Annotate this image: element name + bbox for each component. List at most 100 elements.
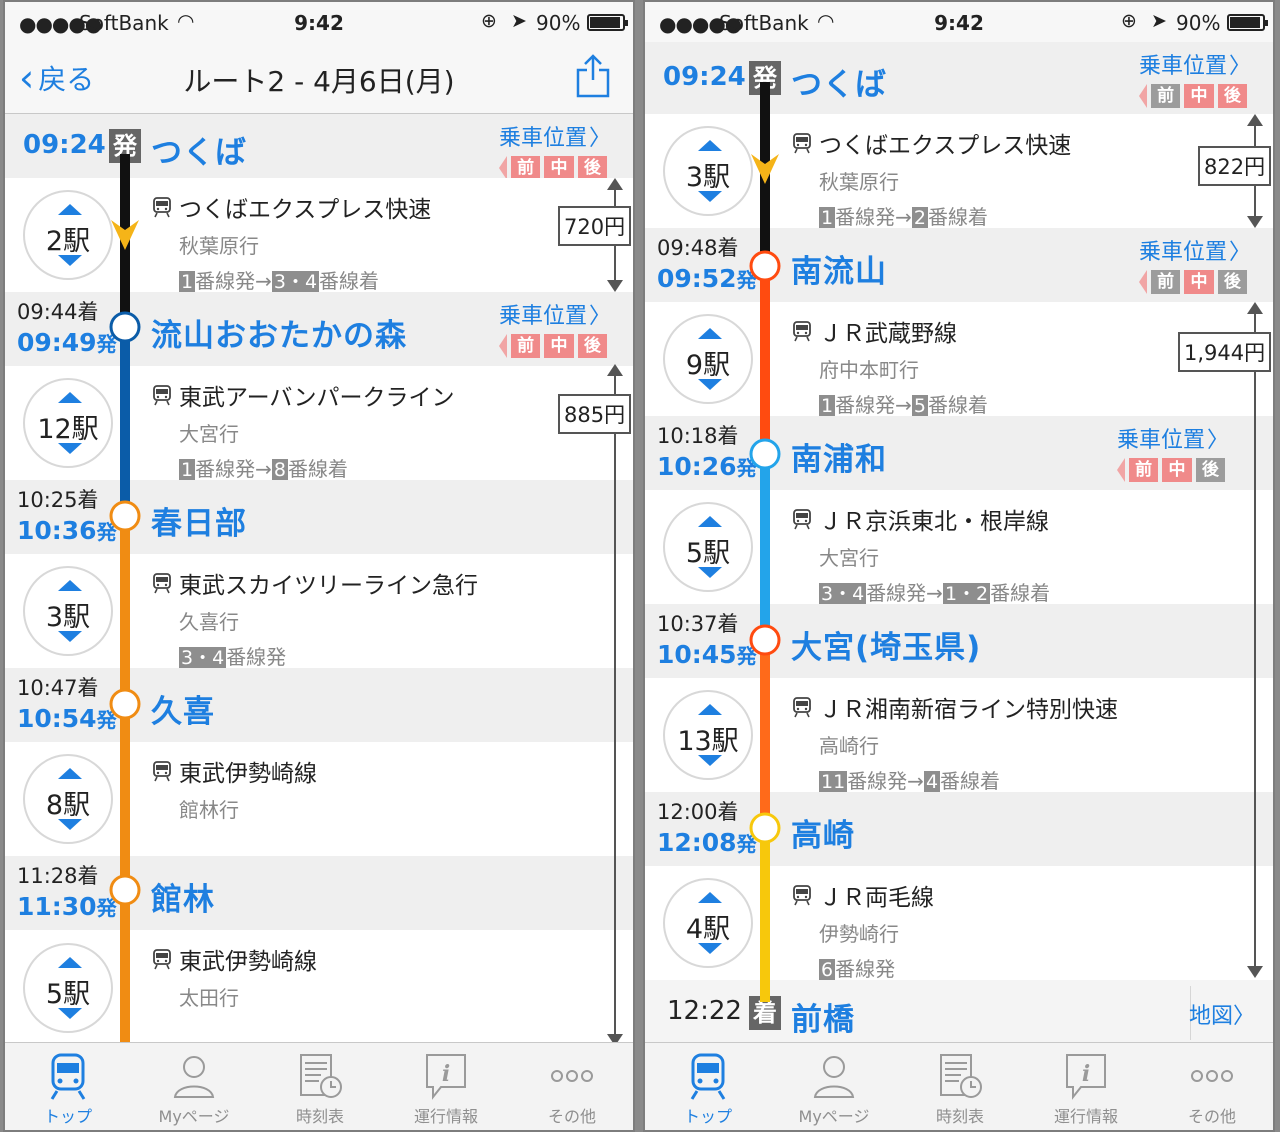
stop-count-button[interactable]: 5駅	[663, 502, 753, 592]
tab-timetable[interactable]: 時刻表	[897, 1043, 1023, 1130]
train-name-text: 東武スカイツリーライン急行	[179, 573, 478, 599]
arrival-time: 11:28着	[17, 860, 99, 890]
car-position-button[interactable]: 乗車位置〉前中後	[499, 120, 611, 180]
origin-station-name[interactable]: つくば	[151, 127, 247, 172]
train-destination: 府中本町行	[819, 358, 919, 382]
platform-from-label: 番線発→	[866, 581, 943, 605]
station-name[interactable]: 流山おおたかの森	[151, 310, 407, 355]
battery-icon	[1227, 14, 1268, 31]
arrival-time-value: 11:28	[17, 864, 78, 888]
car-position-label: 乗車位置〉	[1139, 48, 1251, 80]
screen-left: ●●●●● SoftBank ◠ 9:42 ⊕ ➤ 90% ‹ 戻る ルート2 -…	[3, 0, 635, 1132]
departure-suffix: 発	[96, 896, 117, 920]
stop-count: 4駅	[685, 914, 731, 945]
tab-person[interactable]: Myページ	[131, 1043, 257, 1130]
platform-from: 1	[819, 395, 836, 417]
station-name[interactable]: 大宮(埼玉県)	[791, 622, 981, 667]
car-middle: 中	[544, 334, 574, 358]
stop-count-button[interactable]: 3駅	[23, 566, 113, 656]
train-info: ＪＲ京浜東北・根岸線 大宮行 3・4 番線発→ 1・2 番線着	[791, 502, 1050, 606]
stop-count-button[interactable]: 13駅	[663, 690, 753, 780]
car-position-indicator: 前中後	[499, 334, 611, 358]
departure-time-value: 10:45	[657, 640, 737, 669]
tab-info[interactable]: i 運行情報	[383, 1043, 509, 1130]
nav-bar: ‹ 戻る ルート2 - 4月6日(月)	[5, 42, 633, 114]
origin-station-name[interactable]: つくば	[791, 59, 887, 104]
station-row: 11:28着 11:30発 館林	[5, 856, 633, 930]
expand-up-icon	[58, 392, 82, 403]
expand-down-icon	[698, 755, 722, 766]
platform-to: 8	[271, 459, 288, 481]
arrival-time-value: 10:37	[657, 612, 718, 636]
departure-suffix: 発	[96, 708, 117, 732]
station-name[interactable]: 南流山	[791, 246, 887, 291]
train-name-text: つくばエクスプレス快速	[819, 133, 1072, 159]
platform-info: 3・4 番線発→ 1・2 番線着	[819, 577, 1050, 606]
stop-count: 12駅	[37, 414, 99, 445]
tab-label: Myページ	[158, 1107, 230, 1126]
tab-more[interactable]: その他	[1149, 1043, 1273, 1130]
share-icon[interactable]	[576, 54, 610, 98]
train-name-text: 東武アーバンパークライン	[179, 385, 455, 411]
car-position-text: 乗車位置	[1117, 428, 1206, 453]
train-name: 東武伊勢崎線	[151, 754, 317, 788]
platform-from: 6	[819, 959, 836, 981]
station-name[interactable]: 久喜	[151, 686, 215, 731]
train-icon	[791, 132, 813, 154]
chevron-right-icon: 〉	[1232, 1004, 1255, 1029]
car-position-button[interactable]: 乗車位置〉前中後	[1117, 422, 1229, 482]
train-icon	[151, 384, 173, 406]
train-destination: 秋葉原行	[819, 170, 899, 194]
tab-more[interactable]: その他	[509, 1043, 633, 1130]
train-name-text: つくばエクスプレス快速	[179, 197, 432, 223]
station-name[interactable]: 春日部	[151, 498, 247, 543]
tab-train[interactable]: トップ	[5, 1043, 131, 1130]
train-name: つくばエクスプレス快速	[151, 190, 431, 224]
expand-up-icon	[698, 140, 722, 151]
route-detail: 09:24 発つくば 乗車位置〉前中後 3駅 つくばエクスプレス快速 秋葉原行 1 番線発→ 2…	[645, 42, 1273, 1046]
departure-suffix: 発	[96, 520, 117, 544]
car-rear: 後	[1217, 84, 1247, 108]
stop-count-button[interactable]: 8駅	[23, 754, 113, 844]
station-name[interactable]: 高崎	[791, 810, 855, 855]
stop-count-button[interactable]: 3駅	[663, 126, 753, 216]
platform-to: 5	[911, 395, 928, 417]
train-destination: 大宮行	[179, 422, 239, 446]
location-icon: ➤	[511, 10, 527, 32]
stop-count-button[interactable]: 12駅	[23, 378, 113, 468]
tab-label: 時刻表	[935, 1107, 984, 1126]
tab-train[interactable]: トップ	[645, 1043, 771, 1130]
car-position-button[interactable]: 乗車位置〉前中後	[1139, 234, 1251, 294]
stop-count-button[interactable]: 5駅	[23, 943, 113, 1033]
platform-info: 1 番線発→ 8 番線着	[179, 453, 455, 482]
arrival-time: 12:00着	[657, 796, 739, 826]
route-detail: 09:24 発つくば 乗車位置〉前中後 2駅 つくばエクスプレス快速 秋葉原行 1 番線発→ 3…	[5, 114, 633, 1046]
tab-label: 運行情報	[1053, 1107, 1118, 1126]
station-name[interactable]: 南浦和	[791, 434, 887, 479]
arrival-time-value: 10:47	[17, 676, 78, 700]
stop-count-button[interactable]: 2駅	[23, 190, 113, 280]
departure-time: 09:52発	[657, 264, 757, 293]
car-position-button[interactable]: 乗車位置〉前中後	[499, 298, 611, 358]
tab-label: その他	[547, 1107, 596, 1126]
stop-count-button[interactable]: 9駅	[663, 314, 753, 404]
stop-count: 3駅	[45, 602, 91, 633]
car-position-button[interactable]: 乗車位置〉前中後	[1139, 48, 1251, 108]
train-icon	[151, 948, 173, 970]
more-icon	[1187, 1051, 1237, 1101]
tab-info[interactable]: i 運行情報	[1023, 1043, 1149, 1130]
station-name[interactable]: 館林	[151, 874, 215, 919]
tab-timetable[interactable]: 時刻表	[257, 1043, 383, 1130]
tab-person[interactable]: Myページ	[771, 1043, 897, 1130]
arrival-suffix: 着	[717, 800, 739, 824]
stop-count-button[interactable]: 4駅	[663, 878, 753, 968]
platform-from: 1	[819, 207, 836, 229]
map-link[interactable]: 地図〉	[1189, 998, 1255, 1030]
back-button[interactable]: ‹ 戻る	[19, 58, 94, 98]
departure-time: 10:45発	[657, 640, 757, 669]
destination-station-name[interactable]: 前橋	[791, 994, 855, 1039]
train-name-text: 東武伊勢崎線	[179, 761, 317, 787]
arrival-time-value: 09:44	[17, 300, 78, 324]
info-icon: i	[1061, 1051, 1111, 1101]
train-destination: 館林行	[179, 798, 239, 822]
